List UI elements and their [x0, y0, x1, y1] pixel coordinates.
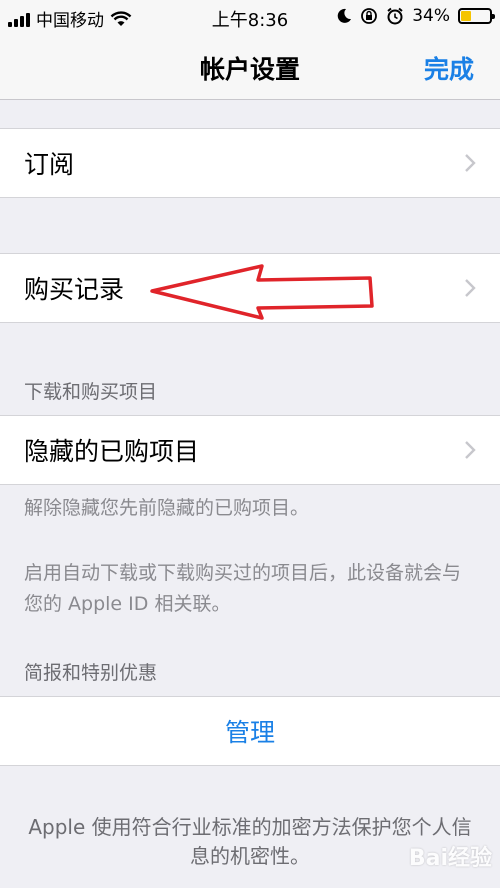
battery-percent: 34%: [412, 6, 450, 26]
battery-level-fill: [461, 11, 471, 21]
auto-download-footer: 启用自动下载或下载购买过的项目后，此设备就会与您的 Apple ID 相关联。: [24, 562, 462, 615]
newsletters-section-header: 简报和特别优惠: [24, 662, 158, 684]
chevron-right-icon: [465, 441, 476, 459]
hidden-purchases-label: 隐藏的已购项目: [24, 437, 200, 466]
done-button[interactable]: 完成: [424, 50, 474, 86]
chevron-right-icon: [465, 279, 476, 297]
status-right: 34%: [336, 6, 495, 26]
status-bar: 中国移动 上午8:36 34%: [0, 0, 500, 34]
manage-button[interactable]: 管理: [0, 713, 500, 749]
purchase-history-cell[interactable]: 购买记录: [0, 253, 500, 323]
downloads-section-header: 下载和购买项目: [24, 381, 158, 403]
alarm-icon: [387, 7, 403, 25]
manage-cell[interactable]: 管理: [0, 696, 500, 766]
subscriptions-label: 订阅: [24, 150, 75, 179]
hidden-purchases-cell[interactable]: 隐藏的已购项目: [0, 415, 500, 485]
purchase-history-label: 购买记录: [24, 275, 125, 304]
moon-icon: [337, 8, 352, 23]
subscriptions-cell[interactable]: 订阅: [0, 128, 500, 198]
watermark-logo: Bai经验: [408, 846, 492, 871]
navigation-bar: 帐户设置 完成: [0, 34, 500, 100]
chevron-right-icon: [465, 154, 476, 172]
hidden-purchases-footer: 解除隐藏您先前隐藏的已购项目。: [24, 497, 310, 519]
battery-icon: [458, 8, 495, 24]
orientation-lock-icon: [361, 8, 378, 24]
